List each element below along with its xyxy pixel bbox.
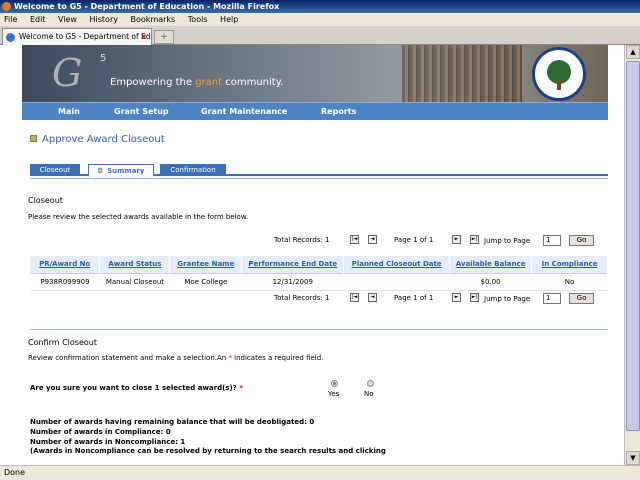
- firefox-icon: [2, 2, 11, 11]
- total-records: Total Records: 1: [274, 294, 330, 302]
- pager-bottom: Total Records: 1 |◄ ◄ Page 1 of 1 ► ►| J…: [22, 293, 608, 305]
- window-title: Welcome to G5 - Department of Education …: [14, 2, 280, 11]
- g5-banner: G 5 Empowering the grant community.: [22, 45, 608, 102]
- browser-tab[interactable]: Welcome to G5 - Department of Educ... ×: [2, 28, 152, 45]
- col-planned-closeout-date[interactable]: Planned Closeout Date: [343, 256, 451, 273]
- browser-tab-label: Welcome to G5 - Department of Educ...: [19, 32, 152, 41]
- tab-closeout[interactable]: Closeout: [30, 164, 80, 176]
- window-titlebar: Welcome to G5 - Department of Education …: [0, 0, 640, 13]
- tab-confirmation[interactable]: Confirmation: [160, 164, 226, 176]
- cell-award-status: Manual Closeout: [99, 272, 170, 291]
- close-tab-icon[interactable]: ×: [141, 29, 147, 45]
- next-page-button[interactable]: ►: [452, 235, 461, 244]
- main-nav: Main Grant Setup Grant Maintenance Repor…: [22, 102, 608, 120]
- table-header-row: PR/Award No Award Status Grantee Name Pe…: [30, 256, 608, 273]
- table-row: P938R099909 Manual Closeout Moe College …: [30, 272, 608, 291]
- section-divider: [30, 329, 608, 330]
- menu-file[interactable]: File: [4, 15, 17, 24]
- summary-compliance: Number of awards in Compliance: 0: [30, 428, 171, 436]
- first-page-button[interactable]: |◄: [350, 235, 359, 244]
- status-bar: Done: [0, 465, 640, 480]
- radio-no-label: No: [364, 390, 374, 398]
- col-performance-end-date[interactable]: Performance End Date: [241, 256, 345, 273]
- nav-grant-setup[interactable]: Grant Setup: [114, 103, 169, 121]
- new-tab-button[interactable]: +: [154, 30, 174, 44]
- last-page-button[interactable]: ►|: [470, 235, 479, 244]
- nav-reports[interactable]: Reports: [321, 103, 356, 121]
- col-award-no[interactable]: PR/Award No: [30, 256, 101, 273]
- closeout-heading: Closeout: [28, 196, 63, 205]
- go-button[interactable]: Go: [569, 235, 594, 246]
- page-label: Page 1 of 1: [394, 236, 434, 244]
- last-page-button[interactable]: ►|: [470, 293, 479, 302]
- jump-label: Jump to Page: [484, 295, 531, 303]
- cell-award-no: P938R099909: [30, 272, 100, 291]
- menu-history[interactable]: History: [90, 15, 118, 24]
- summary-deobligated: Number of awards having remaining balanc…: [30, 418, 315, 426]
- browser-tab-bar: Welcome to G5 - Department of Educ... × …: [0, 26, 640, 45]
- workflow-tabs: Closeout ◘ Summary Confirmation: [30, 164, 608, 177]
- prev-page-button[interactable]: ◄: [368, 293, 377, 302]
- tab-summary[interactable]: ◘ Summary: [88, 164, 154, 177]
- confirm-heading: Confirm Closeout: [28, 338, 97, 347]
- col-award-status[interactable]: Award Status: [99, 256, 171, 273]
- next-page-button[interactable]: ►: [452, 293, 461, 302]
- awards-table: PR/Award No Award Status Grantee Name Pe…: [30, 256, 608, 291]
- pager-top: Total Records: 1 |◄ ◄ Page 1 of 1 ► ►| J…: [22, 235, 608, 247]
- col-available-balance[interactable]: Available Balance: [449, 256, 532, 273]
- confirm-description: Review confirmation statement and make a…: [28, 354, 324, 362]
- scroll-thumb[interactable]: [626, 61, 640, 431]
- section-divider: [30, 178, 608, 179]
- jump-label: Jump to Page: [484, 237, 531, 245]
- page-title: Approve Award Closeout: [30, 134, 165, 145]
- closeout-description: Please review the selected awards availa…: [28, 213, 249, 221]
- menu-bar: File Edit View History Bookmarks Tools H…: [0, 13, 640, 26]
- g5-logo-number: 5: [100, 53, 107, 64]
- radio-no[interactable]: [367, 380, 374, 387]
- menu-tools[interactable]: Tools: [188, 15, 208, 24]
- vertical-scrollbar[interactable]: ▲ ▼: [624, 45, 640, 465]
- cell-grantee-name: Moe College: [169, 272, 242, 291]
- menu-help[interactable]: Help: [220, 15, 238, 24]
- cell-in-compliance: No: [531, 272, 608, 291]
- radio-yes-label: Yes: [328, 390, 340, 398]
- first-page-button[interactable]: |◄: [350, 293, 359, 302]
- total-records: Total Records: 1: [274, 236, 330, 244]
- menu-edit[interactable]: Edit: [30, 15, 46, 24]
- jump-page-input[interactable]: 1: [543, 293, 561, 304]
- page-label: Page 1 of 1: [394, 294, 434, 302]
- prev-page-button[interactable]: ◄: [368, 235, 377, 244]
- department-seal-icon: [532, 47, 586, 101]
- summary-noncompliance: Number of awards in Noncompliance: 1: [30, 438, 186, 446]
- radio-yes[interactable]: [331, 380, 338, 387]
- cell-planned-closeout-date: [343, 272, 450, 291]
- site-favicon-icon: [6, 33, 15, 42]
- nav-grant-maintenance[interactable]: Grant Maintenance: [201, 103, 287, 121]
- menu-view[interactable]: View: [58, 15, 77, 24]
- g5-page: G 5 Empowering the grant community. Main…: [22, 45, 608, 465]
- nav-main[interactable]: Main: [58, 103, 80, 121]
- browser-viewport: G 5 Empowering the grant community. Main…: [0, 45, 640, 465]
- library-shelf-image: [402, 45, 522, 102]
- cell-available-balance: $0.00: [449, 272, 532, 291]
- tab-summary-icon: ◘: [97, 167, 104, 175]
- summary-note: (Awards in Noncompliance can be resolved…: [30, 447, 386, 455]
- menu-bookmarks[interactable]: Bookmarks: [131, 15, 176, 24]
- page-title-icon: [30, 135, 37, 142]
- cell-performance-end-date: 12/31/2009: [241, 272, 344, 291]
- g5-logo: G: [52, 51, 83, 95]
- col-grantee-name[interactable]: Grantee Name: [169, 256, 243, 273]
- required-mark: *: [239, 384, 243, 392]
- confirm-question: Are you sure you want to close 1 selecte…: [30, 384, 243, 392]
- jump-page-input[interactable]: 1: [543, 235, 561, 246]
- go-button[interactable]: Go: [569, 293, 594, 304]
- scroll-down-icon[interactable]: ▼: [626, 451, 640, 465]
- scroll-up-icon[interactable]: ▲: [626, 45, 640, 59]
- col-in-compliance[interactable]: In Compliance: [531, 256, 608, 273]
- banner-tagline: Empowering the grant community.: [110, 77, 284, 88]
